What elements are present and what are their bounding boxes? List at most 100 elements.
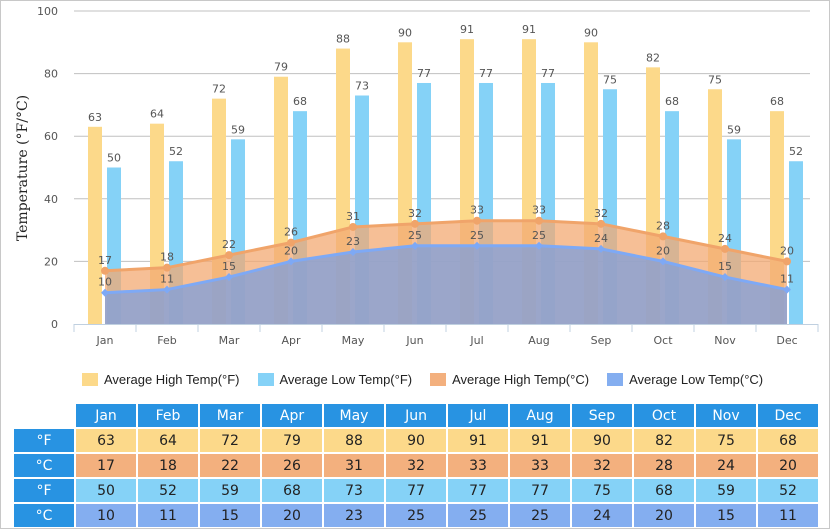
- data-label-low-c: 25: [470, 229, 484, 242]
- x-tick-label: Nov: [714, 334, 736, 347]
- legend-item[interactable]: Average High Temp(°F): [82, 372, 240, 387]
- data-label-low-f: 68: [293, 95, 307, 108]
- table-cell: 82: [634, 429, 694, 452]
- table-month-header: Jul: [448, 404, 508, 427]
- table-cell: 90: [386, 429, 446, 452]
- point-high-c: [349, 222, 357, 231]
- table-month-header: Jun: [386, 404, 446, 427]
- data-label-low-c: 24: [594, 232, 608, 245]
- legend-swatch: [607, 373, 624, 386]
- table-cell: 52: [758, 479, 818, 502]
- y-tick-label: 20: [44, 255, 58, 268]
- y-axis-title: Temperature (°F/°C): [15, 95, 31, 241]
- point-high-c: [163, 263, 171, 272]
- table-unit-label: °F: [14, 429, 74, 452]
- data-label-high-f: 88: [336, 33, 350, 46]
- table-cell: 20: [758, 454, 818, 477]
- table-unit-label: °C: [14, 454, 74, 477]
- x-tick-label: Feb: [157, 334, 176, 347]
- data-label-low-c: 20: [656, 244, 670, 257]
- table-month-header: Aug: [510, 404, 570, 427]
- data-label-high-c: 32: [594, 207, 608, 220]
- table-month-header: Mar: [200, 404, 260, 427]
- point-high-c: [659, 232, 667, 241]
- x-tick-label: Apr: [281, 334, 301, 347]
- table-cell: 88: [324, 429, 384, 452]
- data-label-high-f: 90: [584, 26, 598, 39]
- table-unit-label: °C: [14, 504, 74, 527]
- point-high-c: [721, 244, 729, 253]
- table-cell: 91: [510, 429, 570, 452]
- legend-label: Average High Temp(°C): [452, 372, 590, 387]
- x-tick-label: Mar: [219, 334, 240, 347]
- table-cell: 64: [138, 429, 198, 452]
- table-month-header: May: [324, 404, 384, 427]
- data-label-low-f: 77: [541, 67, 555, 80]
- x-tick-label: Jan: [96, 334, 114, 347]
- table-row: °C 10 11 15 20 23 25 25 25 24 20 15 11: [14, 504, 818, 527]
- legend-item[interactable]: Average High Temp(°C): [430, 372, 589, 387]
- table-month-header: Nov: [696, 404, 756, 427]
- table-cell: 68: [758, 429, 818, 452]
- x-tick-label: Jun: [405, 334, 423, 347]
- point-high-c: [473, 216, 481, 225]
- table-cell: 32: [572, 454, 632, 477]
- x-tick-label: Jul: [469, 334, 483, 347]
- table-cell: 77: [386, 479, 446, 502]
- table-month-header: Feb: [138, 404, 198, 427]
- data-label-low-c: 10: [98, 276, 112, 289]
- table-cell: 28: [634, 454, 694, 477]
- table-month-header: Apr: [262, 404, 322, 427]
- data-label-high-c: 22: [222, 238, 236, 251]
- legend-item[interactable]: Average Low Temp(°F): [257, 372, 412, 387]
- table-cell: 10: [76, 504, 136, 527]
- table-cell: 25: [448, 504, 508, 527]
- data-label-low-c: 23: [346, 235, 360, 248]
- table-cell: 15: [696, 504, 756, 527]
- x-tick-label: Oct: [653, 334, 673, 347]
- point-high-c: [411, 219, 419, 228]
- climate-table: Jan Feb Mar Apr May Jun Jul Aug Sep Oct Nov Dec °F 6…: [12, 402, 820, 529]
- data-label-high-f: 68: [770, 95, 784, 108]
- point-high-c: [101, 266, 109, 275]
- table-cell: 68: [634, 479, 694, 502]
- y-tick-label: 100: [37, 5, 58, 18]
- table-cell: 73: [324, 479, 384, 502]
- table-cell: 20: [262, 504, 322, 527]
- table-cell: 50: [76, 479, 136, 502]
- legend-item[interactable]: Average Low Temp(°C): [607, 372, 763, 387]
- table-cell: 32: [386, 454, 446, 477]
- data-label-high-c: 20: [780, 244, 794, 257]
- data-label-high-f: 64: [150, 108, 164, 121]
- legend: Average High Temp(°F) Average Low Temp(°F…: [82, 372, 781, 387]
- data-label-high-f: 63: [88, 111, 102, 124]
- table-cell: 77: [448, 479, 508, 502]
- table-cell: 72: [200, 429, 260, 452]
- data-label-low-f: 68: [665, 95, 679, 108]
- y-tick-label: 60: [44, 130, 58, 143]
- table-month-header: Jan: [76, 404, 136, 427]
- point-high-c: [225, 251, 233, 260]
- data-label-low-f: 52: [169, 145, 183, 158]
- data-label-low-f: 59: [231, 123, 245, 136]
- table-cell: 77: [510, 479, 570, 502]
- table-cell: 24: [572, 504, 632, 527]
- table-cell: 22: [200, 454, 260, 477]
- data-label-low-c: 11: [160, 273, 174, 286]
- table-month-header: Dec: [758, 404, 818, 427]
- data-label-low-f: 59: [727, 123, 741, 136]
- x-tick-label: Dec: [776, 334, 797, 347]
- data-label-high-f: 91: [460, 23, 474, 36]
- y-tick-label: 80: [44, 68, 58, 81]
- data-label-high-c: 26: [284, 226, 298, 239]
- x-tick-label: May: [342, 334, 365, 347]
- legend-label: Average Low Temp(°C): [629, 372, 764, 387]
- table-cell: 25: [386, 504, 446, 527]
- table-row: °C 17 18 22 26 31 32 33 33 32 28 24 20: [14, 454, 818, 477]
- data-label-high-c: 31: [346, 210, 360, 223]
- table-cell: 26: [262, 454, 322, 477]
- data-label-low-f: 77: [479, 67, 493, 80]
- data-label-low-f: 73: [355, 80, 369, 93]
- data-label-high-f: 82: [646, 51, 660, 64]
- data-label-low-c: 15: [718, 260, 732, 273]
